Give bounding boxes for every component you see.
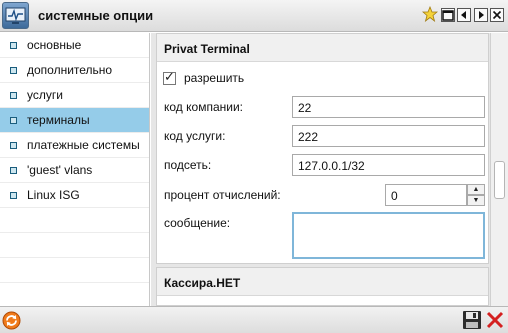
cancel-icon[interactable] bbox=[486, 311, 504, 329]
nav-item-label: терминалы bbox=[27, 113, 90, 127]
window-title: системные опции bbox=[38, 8, 154, 23]
title-bar: системные опции bbox=[0, 0, 508, 32]
nav-item-guest-vlans[interactable]: 'guest' vlans bbox=[0, 158, 149, 183]
favorite-star-icon[interactable] bbox=[421, 5, 439, 23]
percent-label: процент отчислений: bbox=[164, 188, 281, 202]
bottom-toolbar bbox=[0, 306, 508, 333]
nav-item-label: дополнительно bbox=[27, 63, 113, 77]
bullet-icon bbox=[10, 41, 17, 49]
kassira-net-panel: Кассира.НЕТ bbox=[156, 267, 489, 306]
service-code-input[interactable]: 222 bbox=[292, 125, 485, 147]
nav-item-payment-systems[interactable]: платежные системы bbox=[0, 133, 149, 158]
maximize-icon[interactable] bbox=[441, 8, 455, 22]
nav-empty-row bbox=[0, 208, 149, 233]
panel-heading: Кассира.НЕТ bbox=[157, 268, 488, 296]
nav-empty-row bbox=[0, 258, 149, 283]
bullet-icon bbox=[10, 116, 17, 124]
nav-item-additional[interactable]: дополнительно bbox=[0, 58, 149, 83]
subnet-input[interactable]: 127.0.0.1/32 bbox=[292, 154, 485, 176]
scrollbar-thumb[interactable] bbox=[494, 161, 505, 199]
nav-item-label: услуги bbox=[27, 88, 63, 102]
previous-arrow-icon[interactable] bbox=[457, 8, 471, 22]
privat-terminal-panel: Privat Terminal разрешить код компании: … bbox=[156, 33, 489, 264]
refresh-icon[interactable] bbox=[2, 311, 21, 330]
nav-item-linux-isg[interactable]: Linux ISG bbox=[0, 183, 149, 208]
next-arrow-icon[interactable] bbox=[474, 8, 488, 22]
service-code-label: код услуги: bbox=[164, 129, 226, 143]
company-code-input[interactable]: 22 bbox=[292, 96, 485, 118]
nav-item-services[interactable]: услуги bbox=[0, 83, 149, 108]
nav-item-label: платежные системы bbox=[27, 138, 140, 152]
enable-checkbox-row[interactable]: разрешить bbox=[163, 70, 245, 85]
bullet-icon bbox=[10, 191, 17, 199]
nav-item-label: 'guest' vlans bbox=[27, 163, 93, 177]
message-label: сообщение: bbox=[164, 216, 231, 230]
company-code-label: код компании: bbox=[164, 100, 243, 114]
save-icon[interactable] bbox=[462, 310, 482, 330]
message-textarea[interactable] bbox=[292, 212, 485, 259]
stepper-down-icon[interactable]: ▼ bbox=[467, 195, 485, 206]
nav-item-basic[interactable]: основные bbox=[0, 33, 149, 58]
nav-item-terminals[interactable]: терминалы bbox=[0, 108, 149, 133]
nav-item-label: Linux ISG bbox=[27, 188, 80, 202]
subnet-label: подсеть: bbox=[164, 158, 212, 172]
bullet-icon bbox=[10, 166, 17, 174]
bullet-icon bbox=[10, 141, 17, 149]
app-monitor-icon bbox=[2, 2, 29, 29]
panel-heading: Privat Terminal bbox=[157, 34, 488, 62]
enable-label: разрешить bbox=[184, 71, 245, 85]
percent-input[interactable]: 0 bbox=[385, 184, 467, 206]
content-area: Privat Terminal разрешить код компании: … bbox=[151, 33, 508, 306]
vertical-scrollbar[interactable] bbox=[490, 33, 508, 306]
bullet-icon bbox=[10, 91, 17, 99]
nav-item-label: основные bbox=[27, 38, 82, 52]
percent-stepper[interactable]: 0 ▲ ▼ bbox=[385, 184, 485, 206]
options-nav: основные дополнительно услуги терминалы … bbox=[0, 33, 150, 306]
stepper-up-icon[interactable]: ▲ bbox=[467, 184, 485, 195]
close-icon[interactable] bbox=[490, 8, 504, 22]
enable-checkbox[interactable] bbox=[163, 70, 176, 85]
nav-empty-row bbox=[0, 233, 149, 258]
bullet-icon bbox=[10, 66, 17, 74]
